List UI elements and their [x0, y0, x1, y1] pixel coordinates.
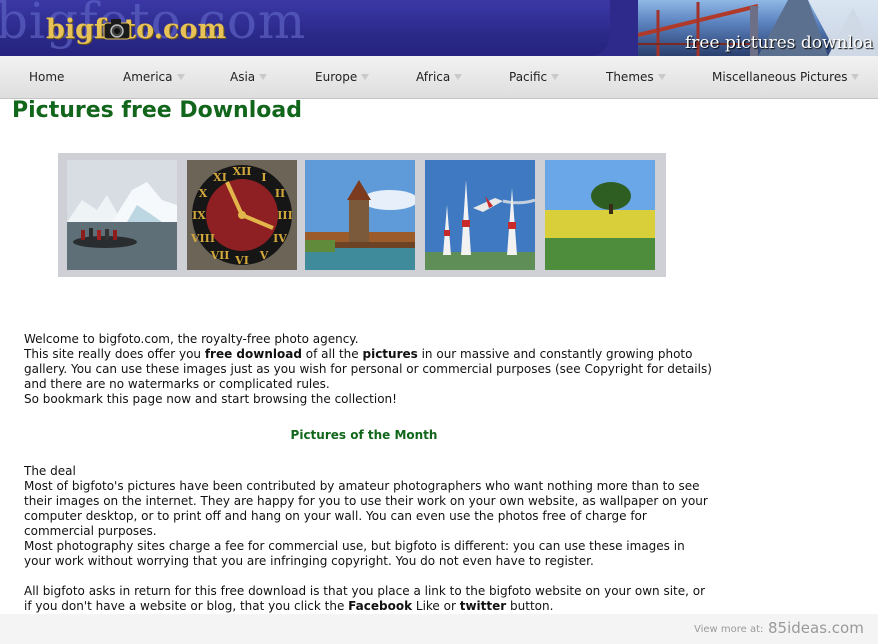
- svg-text:I: I: [261, 171, 266, 184]
- svg-text:XII: XII: [233, 165, 252, 178]
- chevron-down-icon: [176, 74, 185, 80]
- header-tagline: free pictures downloa: [685, 33, 874, 53]
- nav-europe[interactable]: Europe: [315, 70, 370, 84]
- nav-label: Africa: [416, 70, 451, 84]
- text-bold: free download: [204, 347, 302, 361]
- nav-themes[interactable]: Themes: [606, 70, 666, 84]
- nav-home[interactable]: Home: [29, 70, 64, 84]
- footer-view-more: View more at:: [694, 624, 764, 635]
- footer-bar: View more at: 85ideas.com: [0, 614, 878, 644]
- page-title: Pictures free Download: [12, 98, 302, 123]
- nav-label: Pacific: [509, 70, 548, 84]
- nav-pacific[interactable]: Pacific: [509, 70, 560, 84]
- pictures-of-month-heading[interactable]: Pictures of the Month: [24, 428, 704, 442]
- thumb-icebergs[interactable]: [67, 160, 177, 270]
- svg-text:IX: IX: [192, 209, 206, 222]
- nav-america[interactable]: America: [123, 70, 185, 84]
- intro-line-3: So bookmark this page now and start brow…: [24, 392, 397, 406]
- svg-text:VII: VII: [210, 249, 230, 262]
- thumb-field-tree[interactable]: [545, 160, 655, 270]
- twitter-link[interactable]: twitter: [460, 599, 506, 613]
- thumb-chapel-bridge[interactable]: [305, 160, 415, 270]
- chevron-down-icon: [657, 74, 666, 80]
- nav-miscellaneous[interactable]: Miscellaneous Pictures: [712, 70, 860, 84]
- svg-text:IV: IV: [273, 232, 287, 245]
- svg-text:VIII: VIII: [190, 232, 215, 245]
- text-span: Like or: [412, 599, 460, 613]
- chevron-down-icon: [259, 74, 268, 80]
- main-nav: Home America Asia Europe Africa Pacific …: [0, 56, 878, 99]
- text-span: This site really does offer you: [24, 347, 205, 361]
- photo-gallery: XII III VI IX I II IV V VII VIII X XI: [58, 153, 666, 277]
- nav-label: Asia: [230, 70, 256, 84]
- nav-label: Miscellaneous Pictures: [712, 70, 848, 84]
- intro-line-1: Welcome to bigfoto.com, the royalty-free…: [24, 332, 359, 346]
- chevron-down-icon: [551, 74, 560, 80]
- camera-icon: [103, 19, 131, 40]
- nav-label: Home: [29, 70, 65, 84]
- svg-text:VI: VI: [234, 254, 249, 267]
- text-span: button.: [506, 599, 554, 613]
- svg-text:X: X: [199, 187, 208, 200]
- svg-text:XI: XI: [213, 171, 227, 184]
- chevron-down-icon: [361, 74, 370, 80]
- deal-paragraph-3: All bigfoto asks in return for this free…: [24, 584, 714, 614]
- svg-text:II: II: [275, 187, 285, 200]
- nav-africa[interactable]: Africa: [416, 70, 463, 84]
- site-logo[interactable]: bigfoto.com: [46, 14, 226, 45]
- chevron-down-icon: [851, 74, 860, 80]
- thumb-clock[interactable]: XII III VI IX I II IV V VII VIII X XI: [187, 160, 297, 270]
- text-span: of all the: [301, 347, 363, 361]
- footer-site-link[interactable]: 85ideas.com: [768, 619, 864, 637]
- deal-heading: The deal: [24, 464, 76, 478]
- text-bold: pictures: [362, 347, 418, 361]
- nav-label: America: [123, 70, 173, 84]
- site-header: bigfoto.com bigfoto.com free pictures do…: [0, 0, 878, 56]
- nav-asia[interactable]: Asia: [230, 70, 268, 84]
- nav-label: Themes: [606, 70, 654, 84]
- svg-text:V: V: [259, 249, 269, 262]
- svg-text:III: III: [277, 209, 292, 222]
- deal-paragraph-1: Most of bigfoto's pictures have been con…: [24, 479, 708, 538]
- intro-text: Welcome to bigfoto.com, the royalty-free…: [24, 332, 714, 407]
- deal-paragraph-2: Most photography sites charge a fee for …: [24, 539, 685, 568]
- nav-label: Europe: [315, 70, 358, 84]
- chevron-down-icon: [454, 74, 463, 80]
- thumb-air-race[interactable]: [425, 160, 535, 270]
- facebook-link[interactable]: Facebook: [348, 599, 412, 613]
- intro-paragraph: This site really does offer you free dow…: [24, 347, 714, 392]
- deal-text: The deal Most of bigfoto's pictures have…: [24, 464, 714, 614]
